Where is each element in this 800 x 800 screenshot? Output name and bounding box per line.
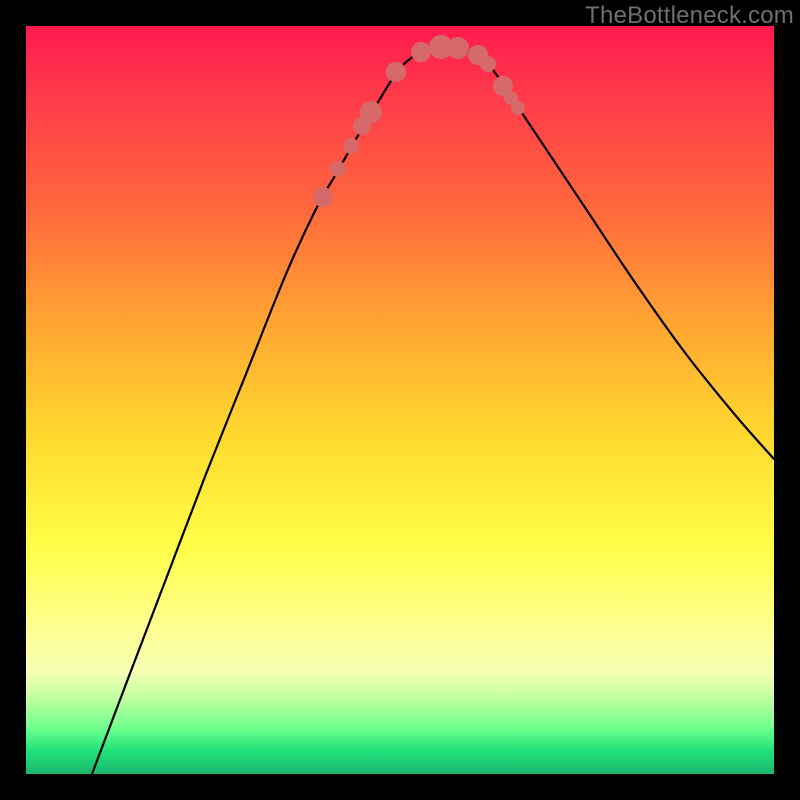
highlighted-point bbox=[360, 101, 382, 123]
chart-frame: TheBottleneck.com bbox=[0, 0, 800, 800]
highlighted-point bbox=[343, 138, 359, 154]
highlighted-point bbox=[386, 62, 406, 82]
highlighted-point bbox=[330, 161, 346, 177]
plot-area bbox=[26, 26, 774, 774]
bottleneck-curve bbox=[92, 47, 774, 774]
highlighted-points-group bbox=[313, 35, 525, 207]
watermark-text: TheBottleneck.com bbox=[585, 2, 794, 30]
highlighted-point bbox=[411, 42, 431, 62]
highlighted-point bbox=[447, 37, 469, 59]
highlighted-point bbox=[480, 56, 496, 72]
highlighted-point bbox=[313, 187, 333, 207]
highlighted-point bbox=[511, 101, 525, 115]
chart-svg bbox=[26, 26, 774, 774]
